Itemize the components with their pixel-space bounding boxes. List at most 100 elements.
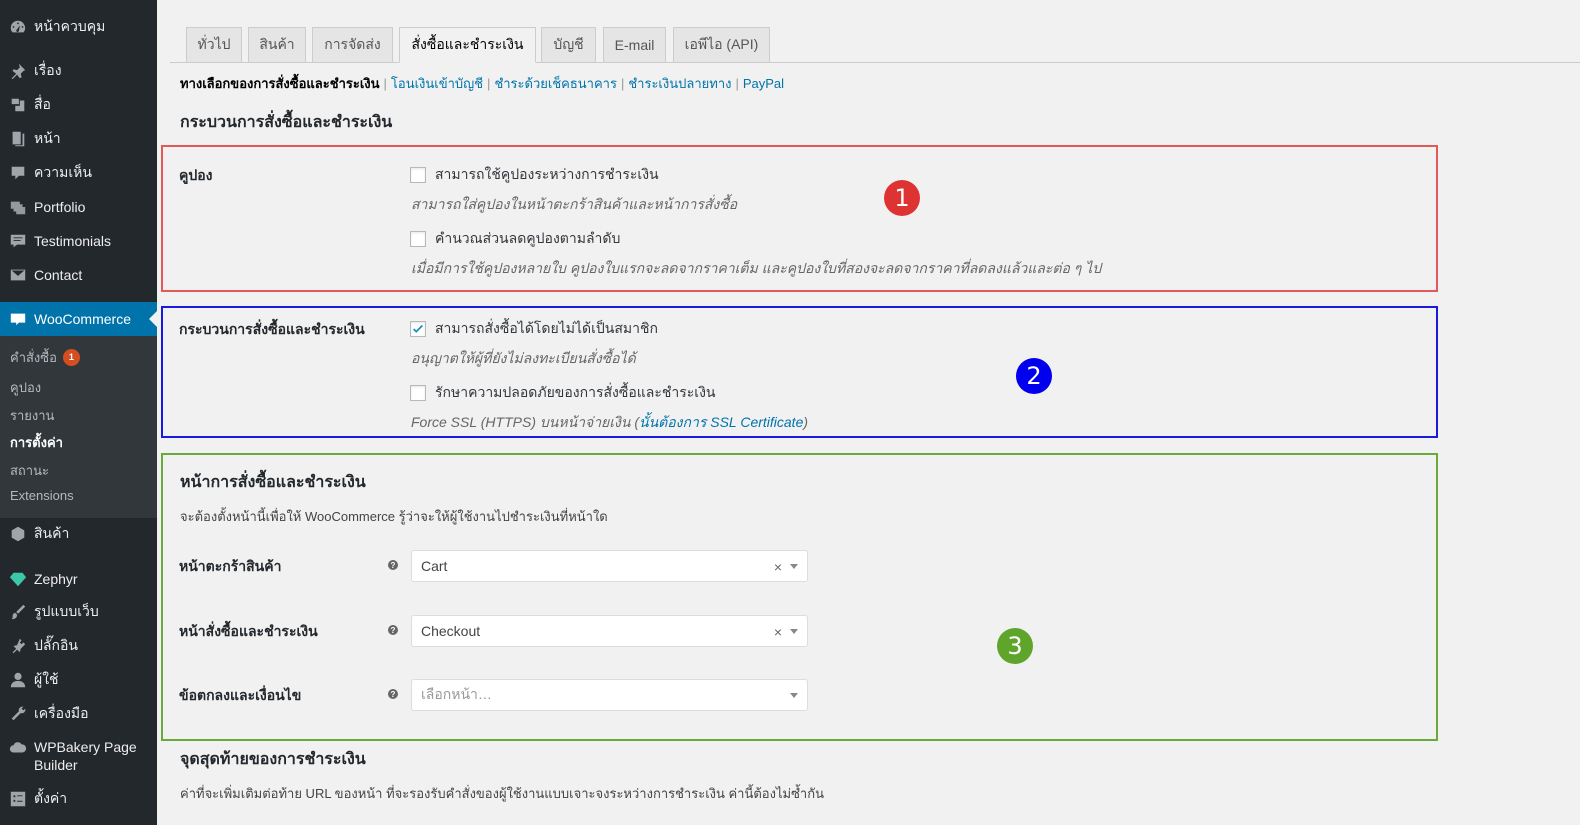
terms-help-icon[interactable]: ?	[388, 689, 398, 699]
submenu-extensions[interactable]: Extensions	[10, 488, 74, 503]
checkout-subsections: ทางเลือกของการสั่งซื้อและชำระเงิน | โอนเงิ…	[180, 76, 785, 91]
sequential-coupons-checkbox[interactable]	[410, 231, 426, 247]
force-ssl-text: รักษาความปลอดภัยของการสั่งซื้อและชำระเงิ…	[435, 384, 716, 400]
endpoints-desc: ค่าที่จะเพิ่มเติมต่อท้าย URL ของหน้า ที่…	[180, 786, 824, 801]
menu-appearance-label: รูปแบบเว็บ	[34, 603, 99, 619]
submenu-status-label: สถานะ	[10, 463, 49, 478]
tab-email[interactable]: E-mail	[603, 27, 666, 62]
ssl-certificate-link[interactable]: นั้นต้องการ SSL Certificate	[639, 414, 803, 430]
woo-icon	[8, 309, 28, 329]
submenu-orders[interactable]: คำสั่งซื้อ 1	[10, 347, 80, 368]
submenu-reports[interactable]: รายงาน	[10, 405, 54, 426]
subsection-bacs[interactable]: โอนเงินเข้าบัญชี	[391, 76, 483, 91]
menu-zephyr[interactable]: Zephyr	[0, 562, 157, 596]
terms-page-select[interactable]: เลือกหน้า…	[411, 679, 808, 711]
guest-checkout-option[interactable]: สามารถสั่งซื้อได้โดยไม่ได้เป็นสมาชิก	[410, 318, 658, 340]
terms-page-label: ข้อตกลงและเงื่อนไข	[179, 687, 302, 703]
force-ssl-desc-prefix: Force SSL (HTTPS) บนหน้าจ่ายเงิน (	[411, 414, 640, 430]
cart-page-value: Cart	[421, 558, 448, 574]
subsection-cheque[interactable]: ชำระด้วยเช็คธนาคาร	[494, 76, 617, 91]
menu-contact[interactable]: Contact	[0, 258, 157, 292]
menu-users-label: ผู้ใช้	[34, 671, 59, 687]
menu-dashboard-label: หน้าควบคุม	[34, 18, 106, 34]
menu-posts-label: เรื่อง	[34, 62, 62, 78]
force-ssl-checkbox[interactable]	[410, 385, 426, 401]
sequential-coupons-desc: เมื่อมีการใช้คูปองหลายใบ คูปองใบแรกจะลดจ…	[411, 260, 1102, 276]
menu-contact-label: Contact	[34, 267, 83, 283]
comment-icon	[8, 163, 28, 183]
guest-checkout-checkbox[interactable]	[410, 321, 426, 337]
menu-users[interactable]: ผู้ใช้	[0, 663, 157, 697]
media-icon	[8, 95, 28, 115]
subsection-paypal[interactable]: PayPal	[743, 76, 784, 91]
menu-posts[interactable]: เรื่อง	[0, 54, 157, 88]
tab-accounts[interactable]: บัญชี	[541, 27, 596, 62]
submenu-coupons[interactable]: คูปอง	[10, 377, 41, 398]
enable-coupons-option[interactable]: สามารถใช้คูปองระหว่างการชำระเงิน	[410, 164, 659, 186]
settings-icon	[8, 789, 28, 809]
force-ssl-desc-suffix: )	[803, 414, 809, 430]
menu-products-label: สินค้า	[34, 525, 70, 541]
enable-coupons-desc: สามารถใส่คูปองในหน้าตะกร้าสินค้าและหน้าก…	[411, 196, 738, 212]
menu-portfolio-label: Portfolio	[34, 199, 86, 215]
mail-icon	[8, 265, 28, 285]
submenu-extensions-label: Extensions	[10, 488, 74, 503]
woocommerce-submenu: คำสั่งซื้อ 1 คูปอง รายงาน การตั้งค่า สถา…	[0, 336, 157, 518]
force-ssl-option[interactable]: รักษาความปลอดภัยของการสั่งซื้อและชำระเงิ…	[410, 382, 715, 404]
checkout-process-label: กระบวนการสั่งซื้อและชำระเงิน	[179, 321, 365, 337]
tab-products[interactable]: สินค้า	[248, 27, 306, 62]
menu-woocommerce-label: WooCommerce	[34, 311, 131, 327]
menu-dashboard[interactable]: หน้าควบคุม	[0, 10, 157, 44]
subsection-cod[interactable]: ชำระเงินปลายทาง	[628, 76, 731, 91]
sequential-coupons-option[interactable]: คำนวณส่วนลดคูปองตามลำดับ	[410, 228, 620, 250]
menu-settings[interactable]: ตั้งค่า	[0, 782, 157, 816]
guest-checkout-text: สามารถสั่งซื้อได้โดยไม่ได้เป็นสมาชิก	[435, 320, 658, 336]
menu-woocommerce[interactable]: WooCommerce	[0, 302, 157, 336]
checkout-pages-title: หน้าการสั่งซื้อและชำระเงิน	[180, 474, 366, 491]
marker-3: 3	[997, 628, 1033, 664]
tab-general[interactable]: ทั่วไป	[186, 27, 242, 62]
checkout-page-select[interactable]: Checkout ×	[411, 615, 808, 647]
cart-help-icon[interactable]: ?	[388, 560, 398, 570]
section-title: กระบวนการสั่งซื้อและชำระเงิน	[180, 114, 393, 131]
menu-plugins[interactable]: ปลั๊กอิน	[0, 629, 157, 663]
endpoints-title: จุดสุดท้ายของการชำระเงิน	[180, 751, 366, 768]
menu-testimonials[interactable]: Testimonials	[0, 224, 157, 258]
submenu-settings[interactable]: การตั้งค่า	[10, 432, 63, 453]
menu-appearance[interactable]: รูปแบบเว็บ	[0, 595, 157, 629]
menu-zephyr-label: Zephyr	[34, 571, 78, 587]
terms-page-placeholder: เลือกหน้า…	[421, 686, 492, 702]
submenu-orders-label: คำสั่งซื้อ	[10, 350, 57, 365]
wrench-icon	[8, 704, 28, 724]
checkout-help-icon[interactable]: ?	[388, 625, 398, 635]
clear-icon[interactable]: ×	[774, 559, 782, 575]
menu-wpbakery-label: WPBakery Page Builder	[34, 739, 137, 773]
menu-tools-label: เครื่องมือ	[34, 705, 89, 721]
menu-tools[interactable]: เครื่องมือ	[0, 697, 157, 731]
user-icon	[8, 670, 28, 690]
clear-icon[interactable]: ×	[774, 624, 782, 640]
menu-pages[interactable]: หน้า	[0, 122, 157, 156]
checkout-page-label: หน้าสั่งซื้อและชำระเงิน	[179, 623, 318, 639]
chevron-down-icon	[790, 564, 798, 573]
cart-page-label: หน้าตะกร้าสินค้า	[179, 558, 282, 574]
guest-checkout-desc: อนุญาตให้ผู้ที่ยังไม่ลงทะเบียนสั่งซื้อได…	[411, 350, 636, 366]
submenu-status[interactable]: สถานะ	[10, 460, 49, 481]
menu-portfolio[interactable]: Portfolio	[0, 190, 157, 224]
tab-api[interactable]: เอพีไอ (API)	[673, 27, 770, 62]
enable-coupons-checkbox[interactable]	[410, 167, 426, 183]
menu-products[interactable]: สินค้า	[0, 517, 157, 551]
menu-wpbakery[interactable]: WPBakery Page Builder	[0, 738, 157, 778]
submenu-settings-label: การตั้งค่า	[10, 435, 63, 450]
tab-shipping[interactable]: การจัดส่ง	[312, 27, 393, 62]
menu-settings-label: ตั้งค่า	[34, 790, 68, 806]
menu-media[interactable]: สื่อ	[0, 88, 157, 122]
checkout-pages-intro: จะต้องตั้งหน้านี้เพื่อให้ WooCommerce รู…	[180, 509, 608, 524]
pin-icon	[8, 61, 28, 81]
dashboard-icon	[8, 17, 28, 37]
tab-checkout[interactable]: สั่งซื้อและชำระเงิน	[399, 27, 536, 63]
menu-comments[interactable]: ความเห็น	[0, 156, 157, 190]
sequential-coupons-text: คำนวณส่วนลดคูปองตามลำดับ	[435, 230, 621, 246]
menu-comments-label: ความเห็น	[34, 164, 92, 180]
cart-page-select[interactable]: Cart ×	[411, 550, 808, 582]
